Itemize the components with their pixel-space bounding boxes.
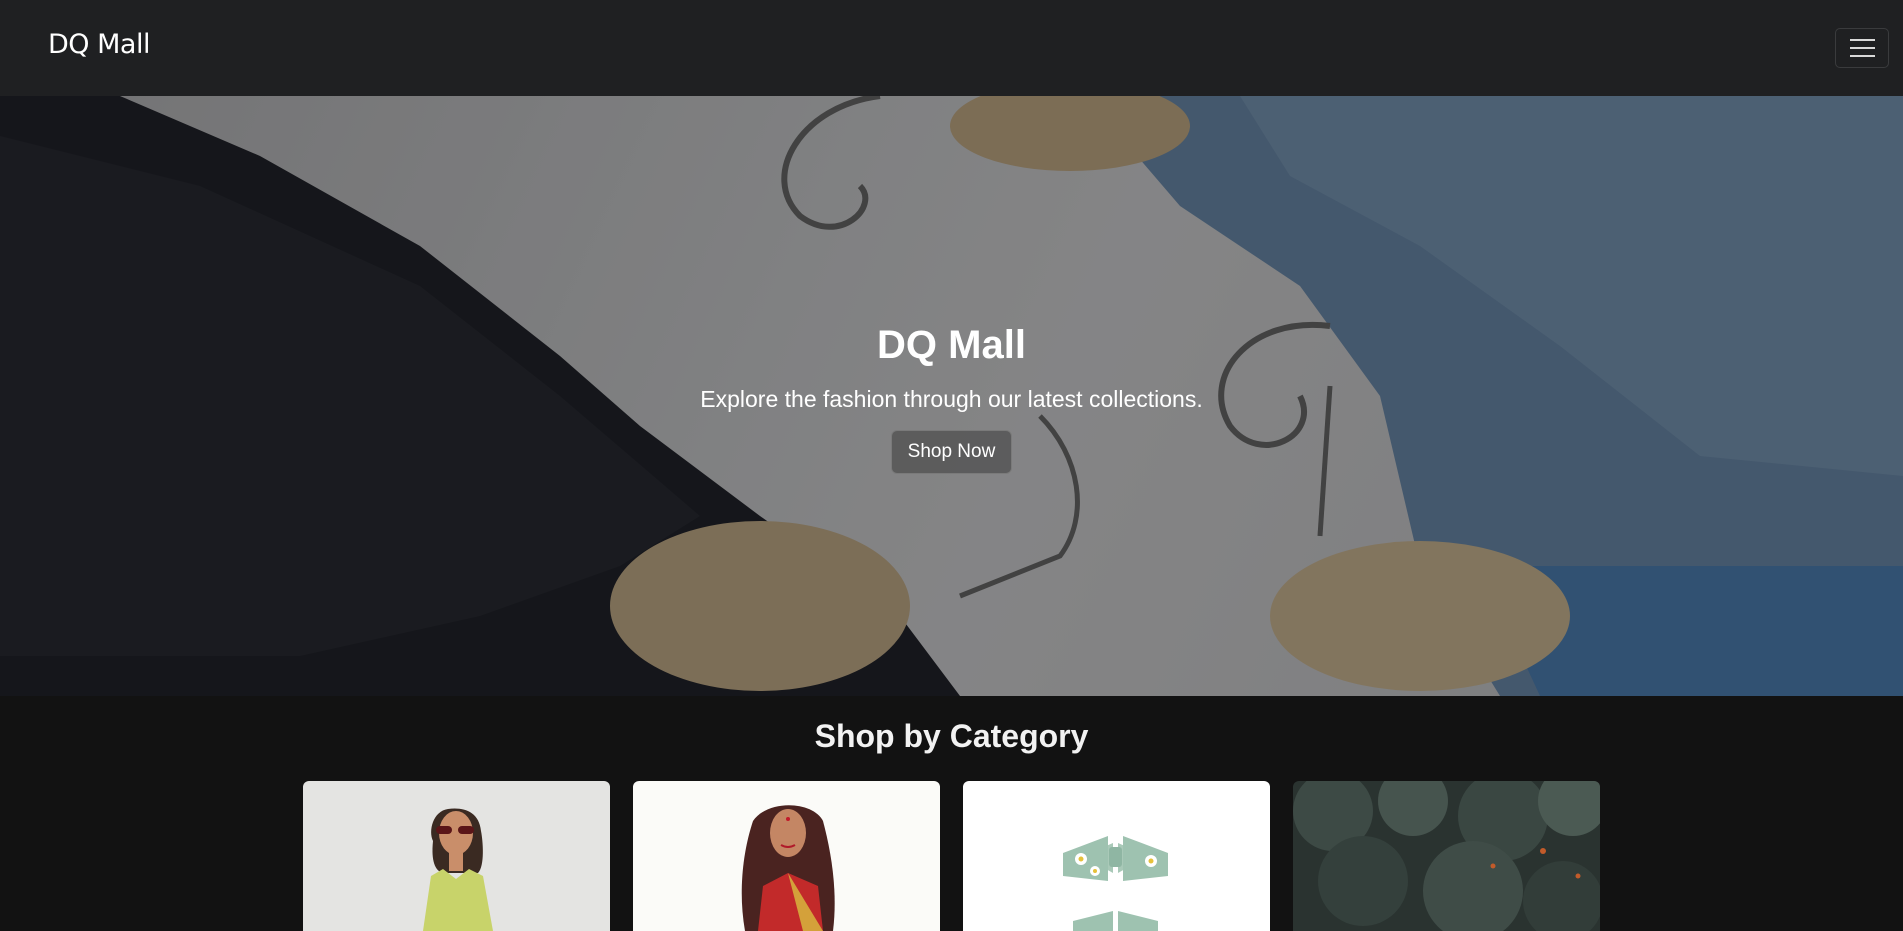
brand-logo[interactable]: DQ Mall — [48, 29, 150, 60]
category-cards — [303, 781, 1600, 931]
hero-title: DQ Mall — [877, 322, 1026, 367]
category-card-saree[interactable] — [633, 781, 940, 931]
category-card-outdoor[interactable] — [1293, 781, 1600, 931]
daisy-hair-bows-photo — [963, 781, 1270, 931]
hamburger-menu-icon-bar — [1849, 55, 1875, 57]
category-card-woman[interactable] — [303, 781, 610, 931]
hamburger-menu-icon — [1849, 39, 1875, 41]
shop-by-category-heading: Shop by Category — [814, 718, 1089, 754]
hero-banner: DQ Mall Explore the fashion through our … — [0, 96, 1903, 696]
category-card-accessories[interactable] — [963, 781, 1270, 931]
navbar: DQ Mall — [0, 0, 1903, 96]
shop-now-button[interactable]: Shop Now — [890, 429, 1013, 474]
hero-subtitle: Explore the fashion through our latest c… — [700, 385, 1203, 412]
hero-content: DQ Mall Explore the fashion through our … — [0, 96, 1903, 696]
navbar-toggle-button[interactable] — [1835, 28, 1889, 68]
saree-illustration — [633, 781, 940, 931]
dark-foliage-photo — [1293, 781, 1600, 931]
woman-in-sunglasses-photo — [303, 781, 610, 931]
hamburger-menu-icon-bar — [1849, 47, 1875, 49]
